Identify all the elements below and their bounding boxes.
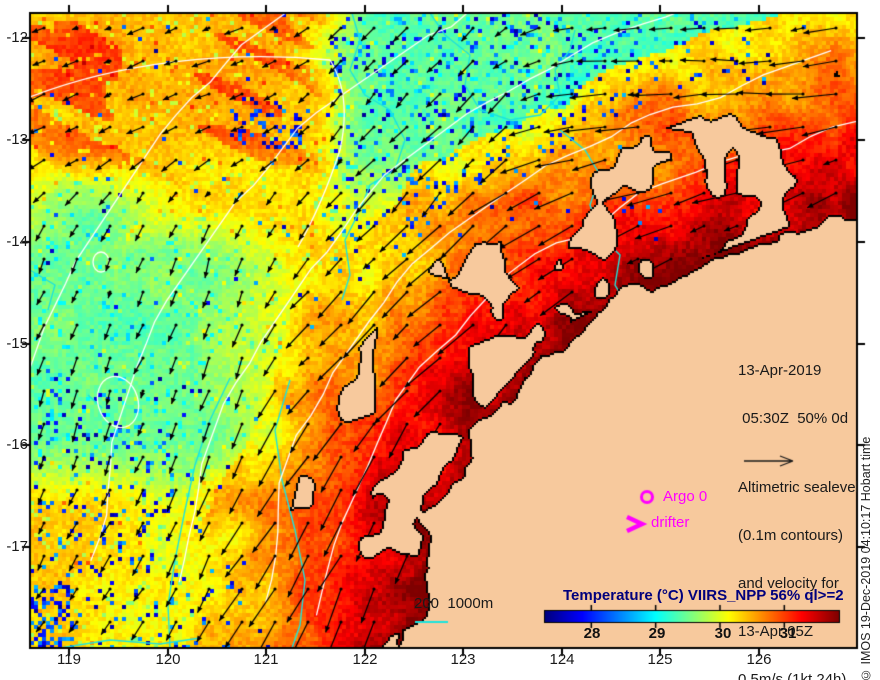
x-axis-tick-label: 121 <box>253 651 279 668</box>
x-axis-tick-label: 125 <box>647 651 673 668</box>
colorbar-title: Temperature (°C) VIIRS_NPP 56% ql>=2 <box>563 587 844 604</box>
info-line: Altimetric sealevel <box>738 479 859 496</box>
argo-float-label: Argo 0 <box>663 488 708 505</box>
info-line: (0.1m contours) <box>738 527 844 544</box>
velocity-scale-line: 0.5m/s (1kt 24h) <box>738 671 847 680</box>
y-axis-tick-label: -13 <box>6 131 28 148</box>
x-axis-tick-label: 119 <box>57 651 81 668</box>
drifter-label: drifter <box>651 514 690 531</box>
sst-map-figure: 119 120 121 122 123 124 125 126 -12 -13 … <box>0 0 880 680</box>
colorbar-tick-label: 30 <box>714 625 732 642</box>
imos-credit-text: © IMOS 19-Dec-2019 04:10:17 Hobart time <box>859 436 873 680</box>
colorbar-tick-label: 29 <box>648 625 666 642</box>
x-axis-tick-label: 124 <box>549 651 575 668</box>
valid-time-line: 05:30Z 50% 0d <box>738 410 849 427</box>
x-axis-tick-label: 122 <box>352 651 378 668</box>
y-axis-tick-label: -12 <box>6 29 28 46</box>
y-axis-tick-label: -17 <box>6 538 28 555</box>
depth-contour-legend-label: 200 1000m <box>414 595 494 612</box>
valid-date-line: 13-Apr-2019 <box>738 362 822 379</box>
y-axis-tick-label: -15 <box>6 335 28 352</box>
colorbar-tick-label: 28 <box>583 625 601 642</box>
x-axis-tick-label: 123 <box>450 651 476 668</box>
colorbar-tick-label: 31 <box>779 625 797 642</box>
y-axis-tick-label: -16 <box>6 436 28 453</box>
x-axis-tick-label: 120 <box>155 651 181 668</box>
y-axis-tick-label: -14 <box>6 233 28 250</box>
